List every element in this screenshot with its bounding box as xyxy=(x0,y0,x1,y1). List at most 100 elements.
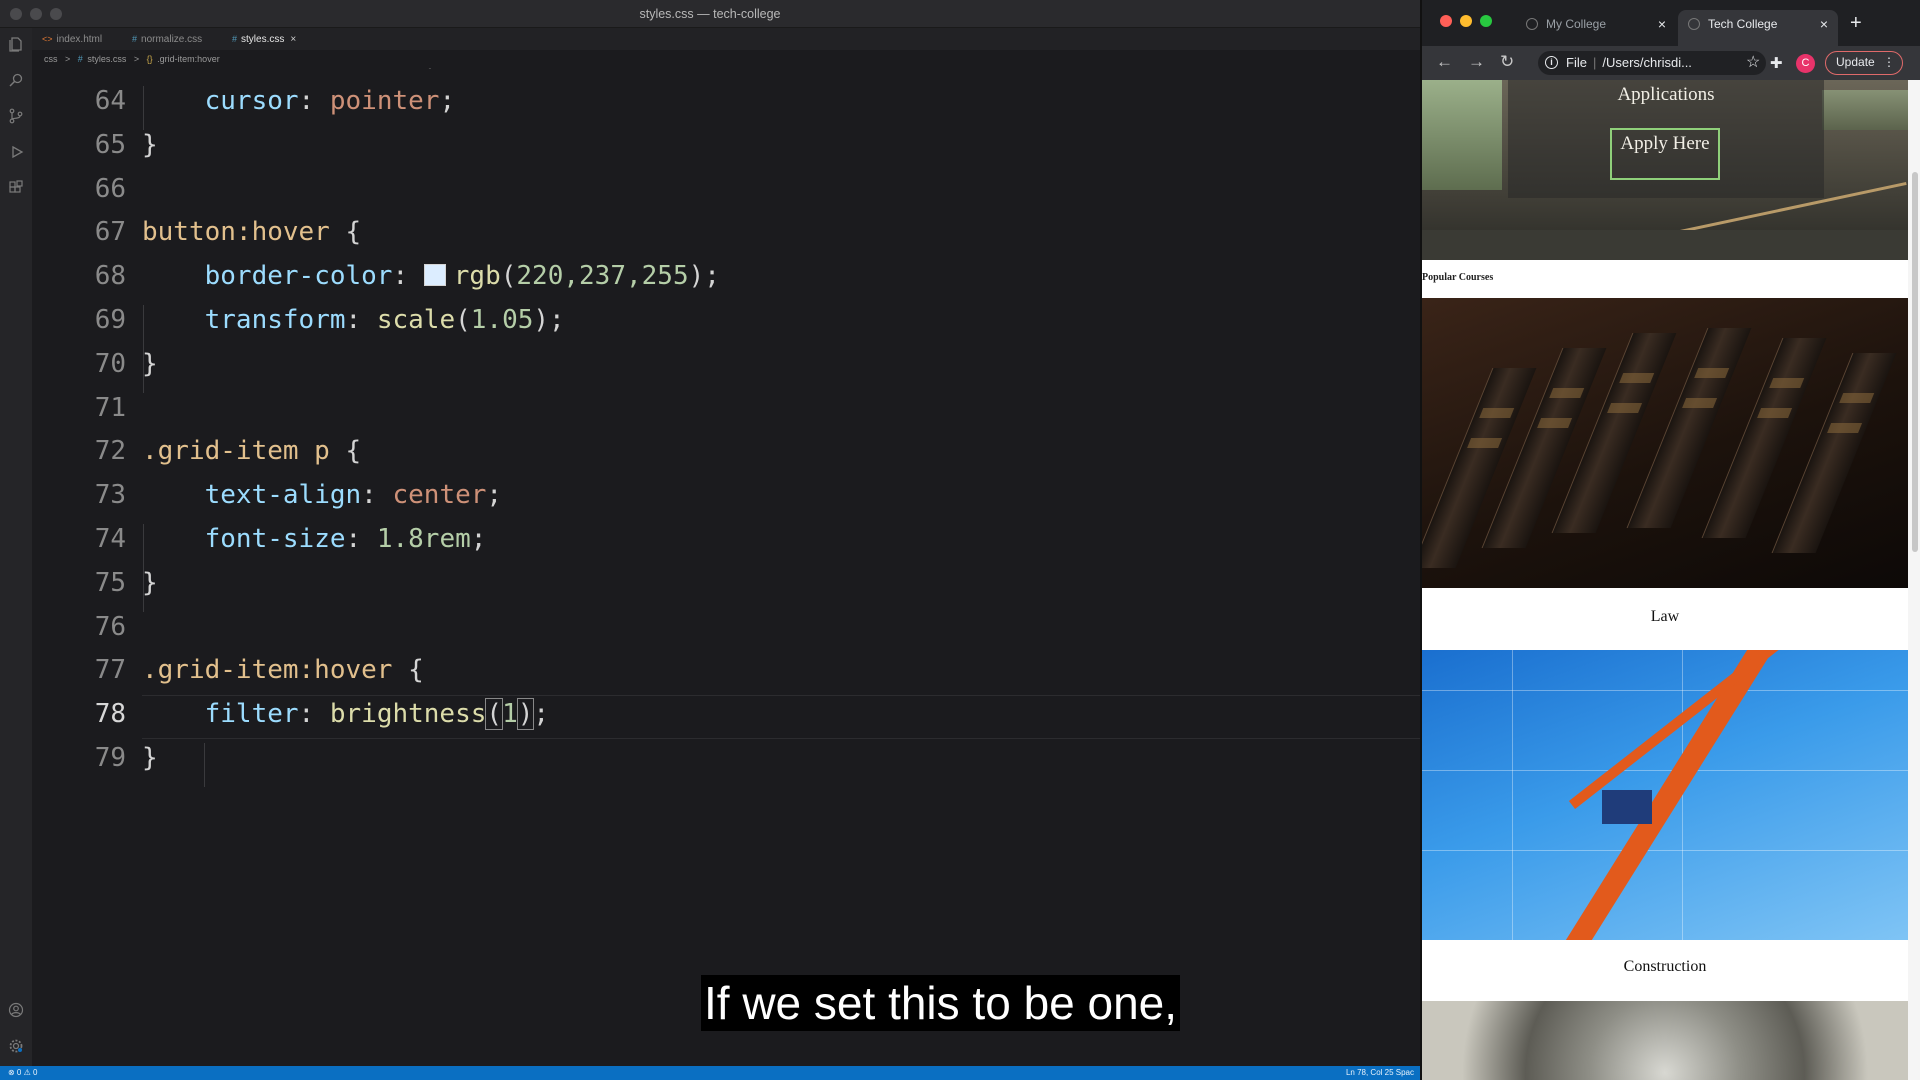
browser-toolbar: ← → ↻ i File |/Users/chrisdi... ☆ ✚ C Upd… xyxy=(1422,46,1920,80)
crane-cab xyxy=(1602,790,1652,824)
scrollbar-thumb[interactable] xyxy=(1912,172,1918,552)
css-args: 220,237,255 xyxy=(516,261,689,291)
search-icon[interactable] xyxy=(8,72,24,88)
indent-guide xyxy=(204,743,205,787)
reload-icon[interactable]: ↻ xyxy=(1500,52,1514,72)
code-line-65: } xyxy=(142,130,158,160)
tab-normalize-css[interactable]: # normalize.css xyxy=(132,28,202,50)
course-image-law[interactable] xyxy=(1422,298,1908,588)
hero-image-detail xyxy=(1422,230,1908,260)
zoom-window-button[interactable] xyxy=(1480,15,1492,27)
close-tab-icon[interactable]: × xyxy=(290,34,296,45)
line-number: 72 xyxy=(94,436,126,466)
code-line-67: button:hover { xyxy=(142,217,362,247)
blueprint-line xyxy=(1422,690,1908,691)
info-icon[interactable]: i xyxy=(1545,56,1558,69)
minimize-window-button[interactable] xyxy=(1460,15,1472,27)
line-number: 75 xyxy=(94,568,126,598)
code-line-79: } xyxy=(142,743,158,773)
breadcrumb-folder[interactable]: css xyxy=(44,54,58,64)
css-value: pointer xyxy=(329,86,440,116)
hero-image-detail xyxy=(1422,80,1502,190)
color-swatch[interactable] xyxy=(423,264,446,286)
css-property: filter xyxy=(204,699,299,729)
breadcrumb-symbol[interactable]: .grid-item:hover xyxy=(157,54,220,64)
hero-banner: Applications Apply Here xyxy=(1422,80,1908,260)
blueprint-line xyxy=(1422,850,1908,851)
update-button[interactable]: Update ⋮ xyxy=(1825,51,1903,75)
css-file-icon: # xyxy=(77,54,83,64)
symbol-icon: {} xyxy=(146,54,153,64)
css-property: text-align xyxy=(204,480,362,510)
close-tab-icon[interactable]: × xyxy=(1658,10,1666,38)
css-selector: .grid-item:hover xyxy=(142,655,393,685)
address-path: /Users/chrisdi... xyxy=(1602,55,1692,70)
run-debug-icon[interactable] xyxy=(8,144,24,160)
course-image-construction[interactable] xyxy=(1422,650,1908,940)
html-file-icon: <> xyxy=(42,34,53,44)
window-title: styles.css — tech-college xyxy=(639,7,781,21)
address-bar[interactable]: i File |/Users/chrisdi... xyxy=(1538,51,1766,75)
explorer-icon[interactable] xyxy=(8,36,24,52)
browser-tab-strip: My College × Tech College × + xyxy=(1422,0,1920,46)
breadcrumb-file[interactable]: styles.css xyxy=(87,54,126,64)
line-number: 76 xyxy=(94,612,126,642)
css-value: center xyxy=(392,480,487,510)
popular-courses-heading: Popular Courses xyxy=(1422,272,1494,283)
web-page: Applications Apply Here Popular Courses … xyxy=(1422,80,1908,1080)
problems-indicator[interactable]: ⊗ 0 ⚠ 0 xyxy=(8,1066,37,1080)
extensions-icon[interactable] xyxy=(8,180,24,196)
code-line-68: border-color: rgb(220,237,255); xyxy=(204,261,720,291)
code-line-64: cursor: pointer; xyxy=(204,86,456,116)
hero-heading: Applications xyxy=(1617,84,1715,105)
css-number: 1.05 xyxy=(470,305,534,335)
profile-avatar[interactable]: C xyxy=(1796,54,1815,73)
breadcrumb-separator: > xyxy=(65,54,71,64)
close-tab-icon[interactable]: × xyxy=(1820,10,1828,38)
account-icon[interactable] xyxy=(8,1002,24,1018)
code-line-78: filter: brightness(1); xyxy=(204,698,550,730)
code-line-74: font-size: 1.8rem; xyxy=(204,524,487,554)
extensions-puzzle-icon[interactable]: ✚ xyxy=(1770,54,1783,72)
line-number: 71 xyxy=(94,393,126,423)
css-function: brightness xyxy=(329,699,487,729)
back-arrow-icon[interactable]: ← xyxy=(1436,52,1453,72)
code-editor[interactable]: color: inherit; 64 65 66 67 68 69 70 71 … xyxy=(32,68,1420,1066)
code-line-73: text-align: center; xyxy=(204,480,503,510)
forward-arrow-icon[interactable]: → xyxy=(1468,52,1485,72)
page-scrollbar[interactable] xyxy=(1908,80,1920,1080)
new-tab-icon[interactable]: + xyxy=(1850,12,1862,35)
blueprint-line xyxy=(1422,770,1908,771)
source-control-icon[interactable] xyxy=(8,108,24,124)
line-number: 67 xyxy=(94,217,126,247)
line-number: 64 xyxy=(94,86,126,116)
bookmark-star-icon[interactable]: ☆ xyxy=(1746,52,1760,72)
browser-tab-my-college[interactable]: My College × xyxy=(1516,10,1676,46)
css-value: 1.8rem xyxy=(376,524,471,554)
apply-here-button[interactable]: Apply Here xyxy=(1610,128,1720,180)
settings-gear-icon[interactable] xyxy=(8,1038,24,1054)
blueprint-line xyxy=(1512,650,1513,940)
browser-tab-tech-college[interactable]: Tech College × xyxy=(1678,10,1838,46)
status-bar: ⊗ 0 ⚠ 0 Ln 78, Col 25 Spac xyxy=(0,1066,1420,1080)
line-number: 77 xyxy=(94,655,126,685)
tab-index-html[interactable]: <> index.html xyxy=(42,28,102,50)
hero-image-detail xyxy=(1822,90,1908,130)
cursor-position[interactable]: Ln 78, Col 25 Spac xyxy=(1346,1066,1414,1080)
css-function: rgb xyxy=(453,261,501,291)
tab-label: styles.css xyxy=(241,34,285,45)
line-number: 74 xyxy=(94,524,126,554)
css-property: cursor xyxy=(204,86,299,116)
close-window-button[interactable] xyxy=(1440,15,1452,27)
tab-styles-css[interactable]: # styles.css × xyxy=(232,28,296,50)
globe-icon xyxy=(1526,18,1538,30)
course-title-law: Law xyxy=(1650,608,1680,625)
line-number: 70 xyxy=(94,349,126,379)
update-label: Update xyxy=(1836,55,1875,69)
browser-tab-label: Tech College xyxy=(1708,17,1778,31)
globe-icon xyxy=(1688,18,1700,30)
video-subtitle: If we set this to be one, xyxy=(701,975,1181,1031)
kebab-menu-icon[interactable]: ⋮ xyxy=(1883,52,1895,73)
course-image-mechanical[interactable] xyxy=(1422,1001,1908,1080)
line-number-current: 78 xyxy=(94,699,126,729)
